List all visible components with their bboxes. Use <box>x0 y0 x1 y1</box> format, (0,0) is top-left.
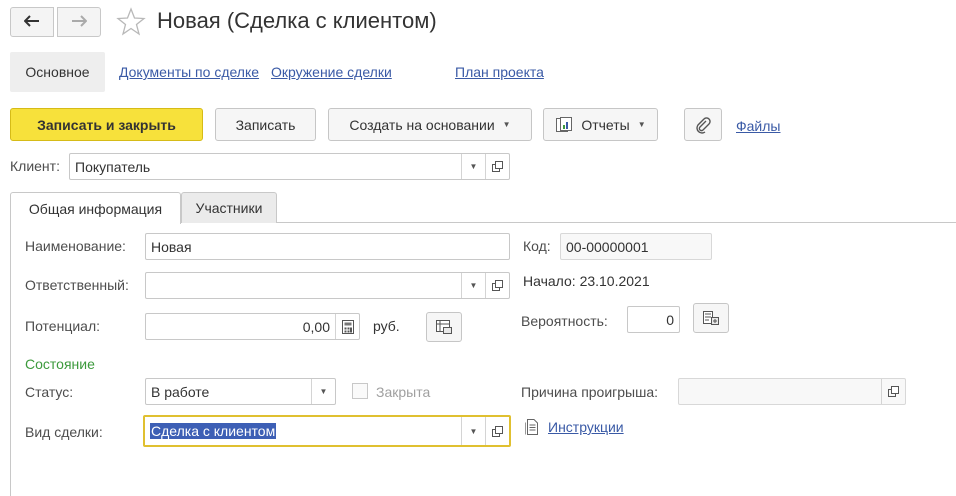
table-calc-icon <box>435 319 453 335</box>
arrow-right-icon <box>71 14 88 30</box>
save-label: Записать <box>235 116 296 133</box>
create-based-on-label: Создать на основании <box>349 116 495 133</box>
probability-value: 0 <box>666 311 674 328</box>
tab-participants[interactable]: Участники <box>181 192 277 223</box>
tab-general-info-label: Общая информация <box>28 200 163 217</box>
loss-reason-field[interactable] <box>678 378 906 405</box>
status-select[interactable]: В работе ▼ <box>145 378 336 405</box>
forward-button[interactable] <box>57 7 101 37</box>
code-value: 00-00000001 <box>566 238 649 255</box>
chevron-down-icon[interactable]: ▼ <box>461 417 485 445</box>
tab-participants-label: Участники <box>195 200 263 216</box>
code-field[interactable]: 00-00000001 <box>560 233 712 260</box>
start-label: Начало: <box>523 273 576 289</box>
state-section-title: Состояние <box>25 356 95 372</box>
probability-input[interactable]: 0 <box>627 306 680 333</box>
responsible-label: Ответственный: <box>25 277 129 293</box>
calculator-icon[interactable] <box>335 314 359 339</box>
chevron-down-icon[interactable]: ▼ <box>311 379 335 404</box>
back-button[interactable] <box>10 7 54 37</box>
status-value: В работе <box>151 383 210 400</box>
reports-button[interactable]: Отчеты ▼ <box>543 108 658 141</box>
open-icon[interactable] <box>881 379 905 404</box>
paperclip-icon <box>694 116 712 134</box>
page-title: Новая (Сделка с клиентом) <box>157 8 437 33</box>
arrow-left-icon <box>23 14 40 30</box>
responsible-field[interactable]: ▼ <box>145 272 510 299</box>
tab-general-info[interactable]: Общая информация <box>10 192 181 224</box>
chevron-down-icon: ▼ <box>502 120 511 129</box>
section-link-deal-environment[interactable]: Окружение сделки <box>271 64 392 80</box>
loss-reason-label: Причина проигрыша: <box>521 384 659 400</box>
code-label: Код: <box>523 238 551 254</box>
star-icon[interactable] <box>116 7 146 40</box>
name-value: Новая <box>151 238 192 255</box>
tab-panel-border-left <box>10 222 11 496</box>
section-link-project-plan[interactable]: План проекта <box>455 64 544 80</box>
potential-calc-button[interactable] <box>426 312 462 342</box>
chevron-down-icon: ▼ <box>637 120 646 129</box>
probability-label: Вероятность: <box>521 313 608 329</box>
client-field[interactable]: Покупатель ▼ <box>69 153 510 180</box>
start-value: 23.10.2021 <box>579 273 650 289</box>
section-link-deal-documents[interactable]: Документы по сделке <box>119 64 259 80</box>
save-and-close-label: Записать и закрыть <box>37 116 176 133</box>
deal-type-value: Сделка с клиентом <box>150 423 277 439</box>
chevron-down-icon[interactable]: ▼ <box>461 273 485 298</box>
name-input[interactable]: Новая <box>145 233 510 260</box>
potential-value: 0,00 <box>302 318 330 335</box>
open-icon[interactable] <box>485 417 509 445</box>
attach-file-button[interactable] <box>684 108 722 141</box>
chevron-down-icon[interactable]: ▼ <box>461 154 485 179</box>
files-link[interactable]: Файлы <box>736 118 780 134</box>
report-icon <box>555 116 573 134</box>
potential-label: Потенциал: <box>25 318 100 334</box>
save-button[interactable]: Записать <box>215 108 316 141</box>
probability-calc-button[interactable] <box>693 303 729 333</box>
closed-checkbox[interactable] <box>352 383 368 399</box>
potential-input[interactable]: 0,00 <box>145 313 360 340</box>
open-icon[interactable] <box>485 154 509 179</box>
create-based-on-button[interactable]: Создать на основании ▼ <box>328 108 532 141</box>
name-label: Наименование: <box>25 238 126 254</box>
save-and-close-button[interactable]: Записать и закрыть <box>10 108 203 141</box>
deal-type-label: Вид сделки: <box>25 424 103 440</box>
open-icon[interactable] <box>485 273 509 298</box>
instructions-link[interactable]: Инструкции <box>548 419 624 435</box>
status-label: Статус: <box>25 384 74 400</box>
section-tab-main[interactable]: Основное <box>10 52 105 92</box>
deal-type-field[interactable]: Сделка с клиентом ▼ <box>143 415 511 447</box>
client-value: Покупатель <box>75 158 151 175</box>
start-date: Начало: 23.10.2021 <box>523 273 650 289</box>
client-label: Клиент: <box>10 158 60 174</box>
currency-label: руб. <box>373 318 400 334</box>
document-icon <box>524 418 540 439</box>
probability-calc-icon <box>702 310 720 326</box>
reports-label: Отчеты <box>581 116 630 133</box>
closed-label: Закрыта <box>376 384 431 400</box>
